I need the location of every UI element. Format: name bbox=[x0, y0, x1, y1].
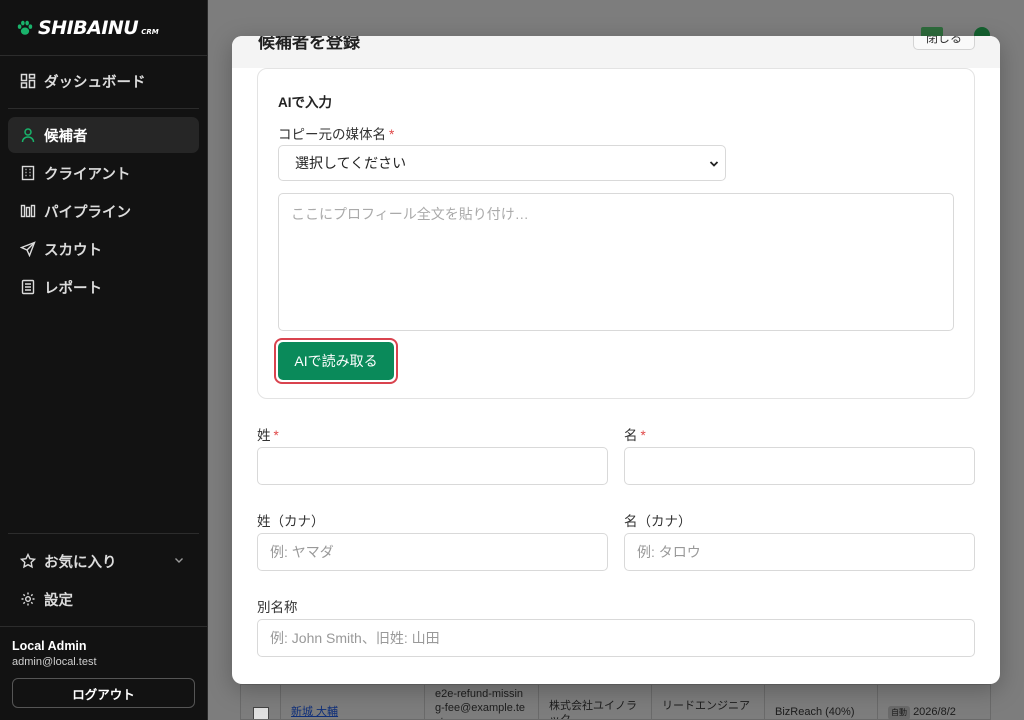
nav-pipeline[interactable]: パイプライン bbox=[8, 193, 199, 229]
nav-candidates[interactable]: 候補者 bbox=[8, 117, 199, 153]
date-cell: 自動 2026/8/2 bbox=[878, 685, 990, 719]
table-row: 新城 大輔 e2e-refund-missing-fee@example.tes… bbox=[240, 684, 991, 720]
nav-dashboard-label: ダッシュボード bbox=[44, 74, 146, 91]
paw-icon bbox=[17, 20, 33, 35]
row-checkbox[interactable] bbox=[253, 707, 269, 719]
nav-scout-label: スカウト bbox=[44, 242, 102, 259]
company-cell: 株式会社ユイノラック bbox=[539, 685, 652, 719]
user-name: Local Admin bbox=[12, 639, 87, 653]
first-name-kana-label: 名（カナ） bbox=[624, 514, 692, 529]
profile-textarea[interactable] bbox=[278, 193, 954, 331]
nav-divider bbox=[8, 533, 199, 534]
chevron-down-icon bbox=[709, 161, 719, 167]
nav-divider bbox=[8, 108, 199, 109]
sidebar: SHIBAINU CRM ダッシュボード 候補者 クライアント パイプライン ス… bbox=[0, 0, 208, 720]
date-text: 2026/8/2 bbox=[913, 706, 956, 718]
nav-report-label: レポート bbox=[44, 280, 102, 297]
user-email: admin@local.test bbox=[12, 656, 97, 668]
logo-subtext: CRM bbox=[141, 27, 159, 36]
media-label-text: コピー元の媒体名 bbox=[278, 127, 386, 142]
alias-input[interactable] bbox=[257, 619, 975, 657]
auto-badge: 自動 bbox=[888, 706, 910, 719]
media-select[interactable]: 選択してください bbox=[278, 145, 726, 181]
nav-dashboard[interactable]: ダッシュボード bbox=[8, 63, 199, 99]
chevron-down-icon bbox=[175, 558, 183, 563]
last-name-kana-input[interactable] bbox=[257, 533, 608, 571]
candidate-name-link[interactable]: 新城 大輔 bbox=[291, 706, 338, 718]
send-icon bbox=[20, 241, 36, 257]
ai-input-section: AIで入力 コピー元の媒体名* 選択してください AIで読み取る bbox=[257, 68, 975, 399]
modal-header: 候補者を登録 閉じる bbox=[232, 36, 1000, 68]
email-cell: e2e-refund-missing-fee@example.test bbox=[425, 685, 539, 719]
nav-settings-label: 設定 bbox=[44, 592, 73, 609]
nav-clients[interactable]: クライアント bbox=[8, 155, 199, 191]
report-icon bbox=[21, 279, 35, 295]
nav-settings[interactable]: 設定 bbox=[8, 581, 199, 617]
nav-report[interactable]: レポート bbox=[8, 269, 199, 305]
user-icon bbox=[21, 128, 35, 143]
first-name-label-text: 名 bbox=[624, 428, 638, 443]
nav-scout[interactable]: スカウト bbox=[8, 231, 199, 267]
candidate-name-cell: 新城 大輔 bbox=[281, 685, 425, 719]
gear-icon bbox=[21, 592, 35, 606]
logout-button[interactable]: ログアウト bbox=[12, 678, 195, 708]
first-name-kana-input[interactable] bbox=[624, 533, 975, 571]
user-block: Local Admin admin@local.test ログアウト bbox=[0, 626, 207, 708]
required-mark: * bbox=[640, 428, 646, 443]
modal-title: 候補者を登録 bbox=[258, 36, 360, 52]
required-mark: * bbox=[389, 127, 395, 142]
logo-text: SHIBAINU bbox=[38, 16, 139, 39]
last-name-kana-label: 姓（カナ） bbox=[257, 514, 325, 529]
star-icon bbox=[20, 553, 36, 569]
last-name-input[interactable] bbox=[257, 447, 608, 485]
first-name-input[interactable] bbox=[624, 447, 975, 485]
logo[interactable]: SHIBAINU CRM bbox=[0, 0, 207, 56]
ai-read-button[interactable]: AIで読み取る bbox=[278, 342, 394, 380]
media-select-value: 選択してください bbox=[295, 155, 407, 171]
nav-pipeline-label: パイプライン bbox=[44, 204, 131, 221]
nav-clients-label: クライアント bbox=[44, 166, 131, 183]
ai-section-title: AIで入力 bbox=[278, 95, 332, 110]
building-icon bbox=[21, 165, 35, 181]
close-button[interactable]: 閉じる bbox=[913, 36, 975, 50]
nav-favorites-label: お気に入り bbox=[44, 554, 117, 571]
alias-label: 別名称 bbox=[257, 600, 298, 615]
row-checkbox-cell bbox=[241, 685, 281, 719]
register-candidate-modal: 候補者を登録 閉じる AIで入力 コピー元の媒体名* 選択してください AIで読… bbox=[232, 36, 1000, 684]
nav-favorites[interactable]: お気に入り bbox=[8, 543, 199, 579]
title-cell: リードエンジニア bbox=[652, 685, 765, 719]
last-name-label-text: 姓 bbox=[257, 428, 271, 443]
pipeline-icon bbox=[20, 204, 36, 218]
media-label: コピー元の媒体名 * bbox=[278, 123, 394, 143]
dashboard-icon bbox=[20, 73, 36, 89]
first-name-label: 名 * bbox=[624, 424, 646, 444]
source-cell: BizReach (40%) bbox=[765, 685, 878, 719]
last-name-label: 姓 * bbox=[257, 424, 279, 444]
required-mark: * bbox=[273, 428, 279, 443]
nav-candidates-label: 候補者 bbox=[44, 128, 88, 145]
